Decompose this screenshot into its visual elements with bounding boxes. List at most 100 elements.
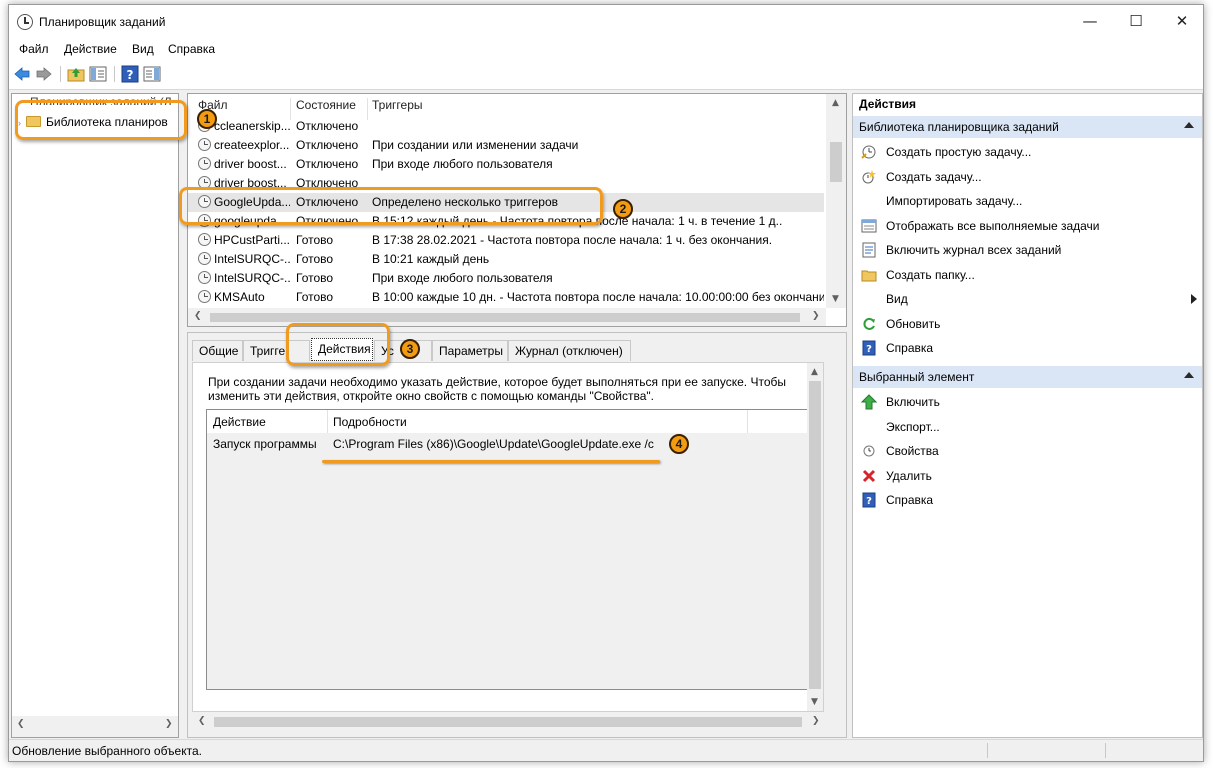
svg-text:?: ? [866, 496, 872, 507]
details-hscrollbar[interactable]: ❮ ❯ [192, 713, 824, 731]
show-action-pane-icon[interactable] [143, 65, 161, 83]
menu-help[interactable]: Справка [168, 42, 215, 56]
action-sel-3[interactable]: Удалить [859, 466, 1195, 486]
scroll-left-icon[interactable]: ❮ [198, 716, 206, 726]
scroll-right-icon[interactable]: ❯ [812, 716, 820, 726]
up-folder-icon[interactable] [67, 65, 85, 83]
maximize-button[interactable]: ☐ [1113, 5, 1159, 38]
collapse-caret-icon[interactable] [1184, 122, 1194, 128]
scroll-thumb[interactable] [830, 142, 842, 182]
action-sel-1[interactable]: Экспорт... [859, 417, 1195, 437]
refresh-icon [863, 317, 875, 330]
tab-general[interactable]: Общие [192, 340, 243, 361]
task-row[interactable]: IntelSURQC-... Готово При входе любого пол… [188, 269, 824, 288]
task-state: Готово [296, 271, 334, 285]
column-header-triggers[interactable]: Триггеры [372, 98, 423, 112]
tab-triggers[interactable]: Тригге [243, 340, 310, 361]
action-label: Удалить [886, 468, 932, 483]
task-row[interactable]: driver boost... Отключено [188, 174, 824, 193]
tree-library-item[interactable]: › Библиотека планиров [18, 115, 168, 129]
scroll-down-icon[interactable]: ▼ [811, 697, 818, 707]
task-state: Отключено [296, 176, 359, 190]
scroll-down-icon[interactable]: ▼ [832, 294, 839, 304]
task-trigger: При создании или изменении задачи [372, 138, 579, 152]
task-name: IntelSURQC-... [214, 271, 290, 285]
scroll-right-icon[interactable]: ❯ [165, 719, 173, 729]
menu-bar: Файл Действие Вид Справка [9, 38, 1203, 60]
action-details: C:\Program Files (x86)\Google\Update\Goo… [333, 437, 654, 451]
menu-action[interactable]: Действие [64, 42, 117, 56]
action-sel-2[interactable]: Свойства [859, 441, 1195, 461]
badge-1: 1 [197, 109, 217, 129]
back-arrow-icon[interactable] [13, 65, 31, 83]
action-lib-5[interactable]: Создать папку... [859, 265, 1195, 285]
action-lib-6[interactable]: Вид [859, 289, 1197, 309]
section-library-label: Библиотека планировщика заданий [859, 120, 1059, 134]
task-row[interactable]: googleupda... Отключено В 15:12 каждый ден… [188, 212, 824, 231]
column-separator[interactable] [327, 410, 328, 433]
action-lib-2[interactable]: Импортировать задачу... [859, 191, 1195, 211]
scroll-thumb[interactable] [210, 313, 800, 322]
column-header-details[interactable]: Подробности [333, 415, 407, 429]
collapse-caret-icon[interactable] [1184, 372, 1194, 378]
scroll-thumb[interactable] [214, 717, 802, 727]
details-tabs: Общие Тригге Действия Ус Параметры Журна… [192, 338, 832, 362]
scroll-left-icon[interactable]: ❮ [194, 311, 202, 321]
help-icon[interactable]: ? [121, 65, 139, 83]
scroll-thumb[interactable] [809, 381, 821, 689]
minimize-button[interactable]: — [1067, 5, 1113, 38]
scroll-right-icon[interactable]: ❯ [812, 311, 820, 321]
tree-pane: Планировщик заданий (Л › Библиотека плани… [11, 93, 179, 738]
forward-arrow-icon[interactable] [35, 65, 53, 83]
task-list-vscrollbar[interactable]: ▲ ▼ [826, 94, 846, 308]
svg-text:?: ? [127, 68, 134, 82]
badge-3: 3 [400, 339, 420, 359]
scroll-up-icon[interactable]: ▲ [811, 367, 818, 377]
action-label: Импортировать задачу... [886, 194, 1023, 208]
column-separator[interactable] [747, 410, 748, 433]
task-row[interactable]: KMSAuto Готово В 10:00 каждые 10 дн. - Час… [188, 288, 824, 307]
task-state: Отключено [296, 138, 359, 152]
action-lib-4[interactable]: Включить журнал всех заданий [859, 240, 1195, 260]
task-row[interactable]: IntelSURQC-... Готово В 10:21 каждый день [188, 250, 824, 269]
task-list-hscrollbar[interactable]: ❮ ❯ [188, 308, 826, 326]
actions-pane: Действия Библиотека планировщика заданий… [852, 93, 1203, 738]
action-row[interactable]: Запуск программы C:\Program Files (x86)\… [207, 434, 808, 454]
action-label: Справка [886, 341, 934, 355]
scroll-up-icon[interactable]: ▲ [832, 98, 839, 108]
column-header-state[interactable]: Состояние [296, 98, 356, 112]
tab-journal[interactable]: Журнал (отключен) [508, 340, 631, 361]
action-sel-0[interactable]: Включить [859, 392, 1195, 412]
action-lib-1[interactable]: Создать задачу... [859, 167, 1195, 187]
scroll-left-icon[interactable]: ❮ [17, 719, 25, 729]
action-lib-3[interactable]: Отображать все выполняемые задачи [859, 216, 1195, 236]
menu-file[interactable]: Файл [19, 42, 49, 56]
task-trigger: Определено несколько триггеров [372, 195, 559, 209]
section-library[interactable]: Библиотека планировщика заданий [853, 116, 1202, 138]
tree-hscrollbar[interactable]: ❮ ❯ [12, 716, 178, 737]
action-lib-7[interactable]: Обновить [859, 314, 1195, 334]
action-label: Обновить [886, 316, 941, 331]
details-vscrollbar[interactable]: ▲ ▼ [807, 363, 823, 711]
column-header-action[interactable]: Действие [213, 415, 266, 429]
task-state: Готово [296, 252, 334, 266]
tab-actions[interactable]: Действия [311, 338, 373, 361]
task-row[interactable]: ccleanerskip... Отключено [188, 117, 824, 136]
task-name: IntelSURQC-... [214, 252, 290, 266]
task-name: driver boost... [214, 157, 287, 171]
show-hide-tree-icon[interactable] [89, 65, 107, 83]
menu-view[interactable]: Вид [132, 42, 154, 56]
tab-parameters[interactable]: Параметры [432, 340, 508, 361]
task-row[interactable]: HPCustParti... Готово В 17:38 28.02.2021 -… [188, 231, 824, 250]
task-name: KMSAuto [214, 290, 265, 304]
section-selected[interactable]: Выбранный элемент [853, 366, 1202, 388]
action-sel-4[interactable]: ? Справка [859, 490, 1195, 510]
task-row[interactable]: GoogleUpda... Отключено Определено несколь… [188, 193, 824, 212]
task-row[interactable]: createexplor... Отключено При создании или… [188, 136, 824, 155]
tree-root[interactable]: Планировщик заданий (Л [30, 95, 172, 105]
section-selected-label: Выбранный элемент [859, 370, 975, 384]
task-row[interactable]: driver boost... Отключено При входе любого… [188, 155, 824, 174]
action-lib-8[interactable]: ? Справка [859, 338, 1195, 358]
close-button[interactable]: ✕ [1159, 5, 1203, 38]
action-lib-0[interactable]: Создать простую задачу... [859, 142, 1195, 162]
